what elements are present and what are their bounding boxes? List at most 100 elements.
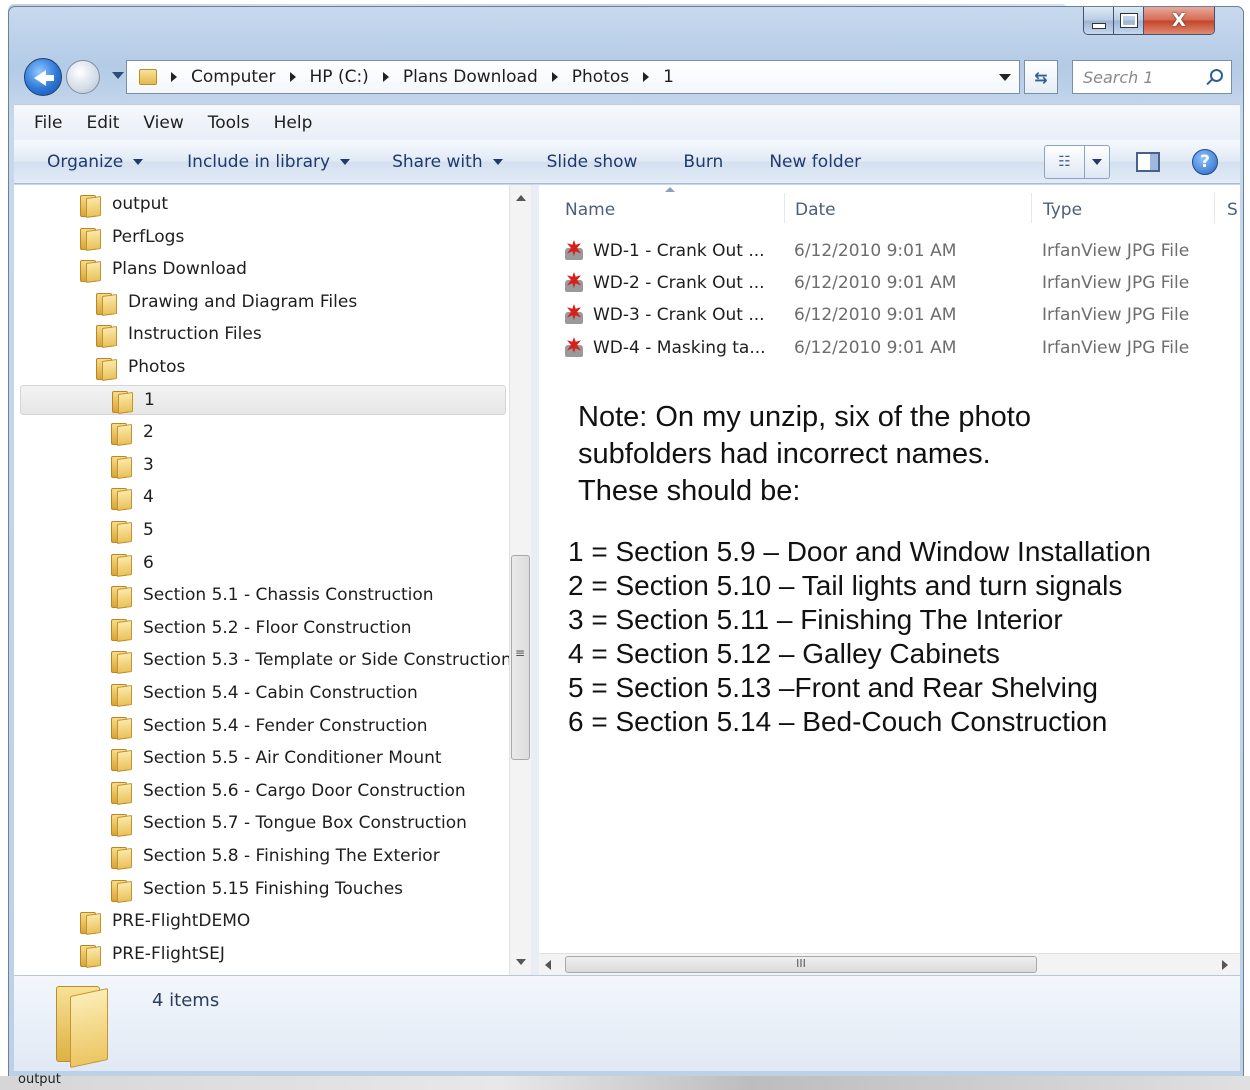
back-button[interactable] xyxy=(24,58,62,96)
column-divider[interactable] xyxy=(1214,193,1215,223)
search-input[interactable]: Search 1 xyxy=(1072,60,1232,94)
tree-item[interactable]: output xyxy=(80,189,168,219)
file-name: WD-4 - Masking ta... xyxy=(593,338,766,358)
column-header-type[interactable]: Type xyxy=(1043,195,1082,225)
change-view-button[interactable]: ☷ xyxy=(1044,145,1110,179)
tree-item[interactable]: 1 xyxy=(20,385,506,415)
tree-item[interactable]: Plans Download xyxy=(80,254,247,284)
column-divider[interactable] xyxy=(1031,193,1032,223)
chevron-right-icon[interactable] xyxy=(289,72,296,82)
tree-item[interactable]: PRE-FlightDEMO xyxy=(80,906,250,936)
minimize-button[interactable] xyxy=(1084,7,1114,34)
file-row[interactable]: WD-3 - Crank Out ... 6/12/2010 9:01 AM I… xyxy=(563,300,1223,330)
tree-item[interactable]: Section 5.15 Finishing Touches xyxy=(111,874,403,904)
file-date: 6/12/2010 9:01 AM xyxy=(794,305,957,325)
menu-view[interactable]: View xyxy=(143,113,183,133)
folder-icon xyxy=(80,193,100,217)
breadcrumb-drive[interactable]: HP (C:) xyxy=(310,67,369,87)
maximize-button[interactable] xyxy=(1114,7,1144,34)
file-type: IrfanView JPG File xyxy=(1042,305,1190,325)
file-row[interactable]: WD-1 - Crank Out ... 6/12/2010 9:01 AM I… xyxy=(563,236,1223,266)
chevron-down-icon[interactable] xyxy=(1085,146,1109,178)
breadcrumb-plans-download[interactable]: Plans Download xyxy=(403,67,538,87)
organize-button[interactable]: Organize xyxy=(47,152,144,172)
scrollbar-thumb[interactable]: III xyxy=(565,956,1037,973)
menu-help[interactable]: Help xyxy=(274,113,313,133)
preview-pane-button[interactable] xyxy=(1136,152,1160,172)
address-bar[interactable]: Computer HP (C:) Plans Download Photos 1 xyxy=(126,60,1020,94)
slide-show-button[interactable]: Slide show xyxy=(547,152,638,172)
tree-item-label: 1 xyxy=(144,390,155,410)
column-header-name[interactable]: Name xyxy=(565,195,615,225)
menu-edit[interactable]: Edit xyxy=(86,113,119,133)
file-row[interactable]: WD-2 - Crank Out ... 6/12/2010 9:01 AM I… xyxy=(563,268,1223,298)
breadcrumb-computer[interactable]: Computer xyxy=(191,67,276,87)
file-row[interactable]: WD-4 - Masking ta... 6/12/2010 9:01 AM I… xyxy=(563,333,1223,363)
file-name: WD-3 - Crank Out ... xyxy=(593,305,765,325)
chevron-right-icon[interactable] xyxy=(382,72,389,82)
tree-item[interactable]: Section 5.4 - Cabin Construction xyxy=(111,678,418,708)
tree-item[interactable]: 6 xyxy=(111,548,154,578)
tree-item-label: Section 5.2 - Floor Construction xyxy=(143,618,412,638)
annotation-note: Note: On my unzip, six of the photo subf… xyxy=(578,399,1218,510)
tree-item[interactable]: Section 5.8 - Finishing The Exterior xyxy=(111,841,440,871)
chevron-right-icon[interactable] xyxy=(171,72,177,82)
tree-item[interactable]: PRE-FlightSEJ xyxy=(80,939,225,969)
tree-item[interactable]: 4 xyxy=(111,482,154,512)
chevron-right-icon[interactable] xyxy=(643,72,650,82)
menu-file[interactable]: File xyxy=(34,113,62,133)
folder-icon xyxy=(111,715,131,739)
help-button[interactable]: ? xyxy=(1192,149,1218,175)
tree-item[interactable]: 2 xyxy=(111,417,154,447)
refresh-button[interactable]: ⇆ xyxy=(1024,60,1058,94)
breadcrumb-current[interactable]: 1 xyxy=(663,67,674,87)
navigation-scrollbar[interactable] xyxy=(509,185,531,975)
tree-item[interactable]: Instruction Files xyxy=(96,319,262,349)
search-icon[interactable] xyxy=(1210,69,1223,82)
tree-item[interactable]: 5 xyxy=(111,515,154,545)
tree-item[interactable]: Photos xyxy=(96,352,185,382)
close-button[interactable]: X xyxy=(1144,7,1214,34)
horizontal-scrollbar[interactable]: III xyxy=(539,953,1240,975)
folder-icon xyxy=(80,226,100,250)
scrollbar-thumb[interactable] xyxy=(511,555,530,760)
help-icon: ? xyxy=(1200,152,1210,172)
new-folder-button[interactable]: New folder xyxy=(769,152,861,172)
tree-item-label: PerfLogs xyxy=(112,227,185,247)
share-with-button[interactable]: Share with xyxy=(392,152,503,172)
folder-name-corrections: 1 = Section 5.9 – Door and Window Instal… xyxy=(568,535,1228,739)
forward-button[interactable] xyxy=(66,60,100,94)
scroll-down-icon[interactable] xyxy=(516,959,526,965)
tree-item[interactable]: Drawing and Diagram Files xyxy=(96,287,357,317)
scrollbar-grip: III xyxy=(796,957,806,970)
tree-item[interactable]: Section 5.7 - Tongue Box Construction xyxy=(111,808,467,838)
column-divider[interactable] xyxy=(784,193,785,223)
chevron-down-icon[interactable] xyxy=(999,74,1011,81)
tree-item[interactable]: Section 5.4 - Fender Construction xyxy=(111,711,428,741)
include-in-library-button[interactable]: Include in library xyxy=(187,152,351,172)
burn-button[interactable]: Burn xyxy=(683,152,723,172)
menu-tools[interactable]: Tools xyxy=(208,113,250,133)
breadcrumb-photos[interactable]: Photos xyxy=(572,67,629,87)
tree-item[interactable]: Section 5.6 - Cargo Door Construction xyxy=(111,776,466,806)
tree-item[interactable]: PerfLogs xyxy=(80,222,184,252)
correction-item: 3 = Section 5.11 – Finishing The Interio… xyxy=(568,604,1063,635)
column-header-size[interactable]: S xyxy=(1227,195,1238,225)
folder-icon xyxy=(111,812,131,836)
irfanview-image-icon xyxy=(563,337,585,359)
tree-item-label: Photos xyxy=(128,357,186,377)
tree-item[interactable]: Section 5.2 - Floor Construction xyxy=(111,613,411,643)
tree-item[interactable]: Section 5.3 - Template or Side Construct… xyxy=(111,645,509,675)
recent-pages-dropdown-icon[interactable] xyxy=(112,72,124,79)
scroll-up-icon[interactable] xyxy=(516,195,526,201)
pane-splitter[interactable] xyxy=(531,185,539,975)
tree-item[interactable]: 3 xyxy=(111,450,154,480)
column-header-date[interactable]: Date xyxy=(795,195,836,225)
search-placeholder: Search 1 xyxy=(1083,67,1154,87)
scroll-right-icon[interactable] xyxy=(1222,960,1228,970)
tree-item-label: Instruction Files xyxy=(128,324,262,344)
tree-item[interactable]: Section 5.1 - Chassis Construction xyxy=(111,580,434,610)
chevron-right-icon[interactable] xyxy=(551,72,558,82)
scroll-left-icon[interactable] xyxy=(545,960,551,970)
tree-item[interactable]: Section 5.5 - Air Conditioner Mount xyxy=(111,743,442,773)
